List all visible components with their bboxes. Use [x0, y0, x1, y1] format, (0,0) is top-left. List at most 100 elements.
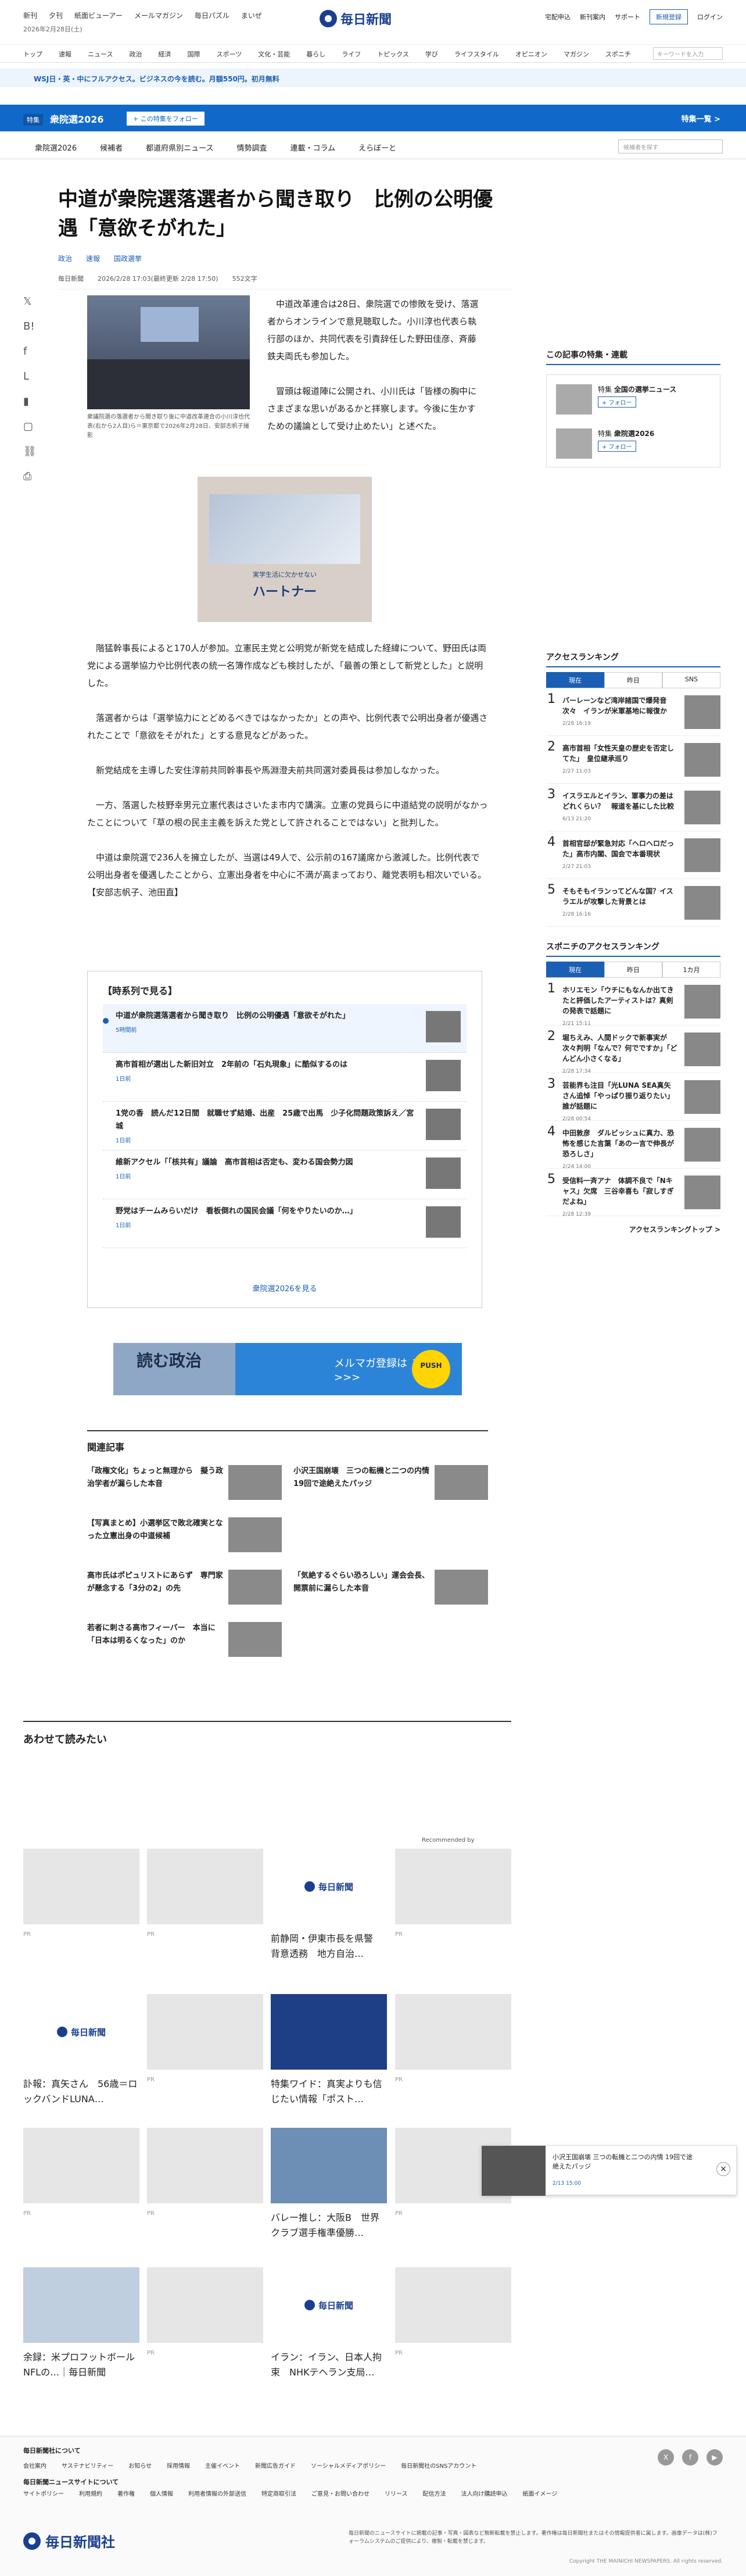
- footer-link[interactable]: 個人情報: [150, 2489, 173, 2498]
- bookmark-icon[interactable]: ▮: [23, 395, 37, 408]
- ranking-tab[interactable]: SNS: [662, 672, 720, 688]
- signup-button[interactable]: 新規登録: [650, 9, 688, 24]
- related-item[interactable]: 【写真まとめ】小選挙区で敗北確実となった立憲出身の中道候補: [87, 1517, 282, 1557]
- ranking-item[interactable]: 1 バーレーンなど湾岸諸国で爆発音次々 イランが米軍基地に報復か 2/28 16:1…: [546, 688, 720, 736]
- footer-link[interactable]: お知らせ: [128, 2461, 152, 2470]
- rec-card[interactable]: PR: [395, 1994, 511, 2083]
- rec-card[interactable]: PR: [147, 1994, 263, 2083]
- timeline-item[interactable]: 中道が衆院選落選者から聞き取り 比例の公明優遇「意欲そがれた」 5時間前: [103, 1004, 467, 1053]
- rec-card[interactable]: PR: [147, 2128, 263, 2217]
- rec-card[interactable]: バレー推し：大阪B 世界クラブ選手権準優勝…: [271, 2128, 387, 2241]
- gnav-item[interactable]: 文化・芸能: [258, 49, 290, 59]
- header-link[interactable]: 宅配申込: [545, 12, 571, 22]
- ranking-tab[interactable]: 昨日: [604, 672, 662, 688]
- comment-icon[interactable]: ▢: [23, 420, 37, 433]
- feature-follow-button[interactable]: + フォロー: [598, 441, 636, 452]
- footer-link[interactable]: サステナビリティー: [62, 2461, 113, 2470]
- subnav-item[interactable]: 衆院選2026: [35, 142, 77, 153]
- ranking-tab[interactable]: 1カ月: [662, 962, 720, 977]
- footer-link[interactable]: 毎日新聞社のSNSアカウント: [401, 2461, 476, 2470]
- gnav-item[interactable]: ニュース: [88, 49, 113, 59]
- top-nav-item[interactable]: 新刊: [23, 10, 37, 20]
- x-share-icon[interactable]: 𝕏: [23, 295, 37, 308]
- related-item[interactable]: 高市氏はポピュリストにあらず 専門家が懸念する「3分の2」の先: [87, 1570, 282, 1609]
- feature-name[interactable]: 衆院選2026: [50, 112, 104, 126]
- feature-list-link[interactable]: 特集一覧 >: [682, 113, 720, 124]
- site-logo[interactable]: 毎日新聞: [320, 8, 392, 29]
- top-nav-item[interactable]: 紙面ビューアー: [74, 10, 123, 20]
- gnav-item[interactable]: ライフスタイル: [454, 49, 499, 59]
- ranking-tab[interactable]: 現在: [546, 672, 604, 688]
- footer-link[interactable]: ご意見・お問い合わせ: [311, 2489, 370, 2498]
- subnav-item[interactable]: 都道府県別ニュース: [146, 142, 213, 153]
- gnav-item[interactable]: スポニチ: [605, 49, 631, 59]
- gnav-item[interactable]: スポーツ: [216, 49, 242, 59]
- gnav-item[interactable]: オピニオン: [515, 49, 547, 59]
- ranking-item[interactable]: 5 受信料一斉アナ 体調不良で「Nキャス」欠席 三谷幸喜も「寂しすぎだよね」 2/2…: [546, 1169, 720, 1217]
- footer-link[interactable]: 会社案内: [23, 2461, 46, 2470]
- gnav-item[interactable]: 国際: [187, 49, 200, 59]
- footer-link[interactable]: リリース: [385, 2489, 408, 2498]
- ranking-item[interactable]: 2 堀ちえみ、人間ドックで新事実が次々判明「なんで？何でですか」「どんどん小さくな…: [546, 1026, 720, 1074]
- rec-card[interactable]: PR: [395, 1849, 511, 1938]
- feature-item[interactable]: 特集 全国の選挙ニュース + フォロー: [556, 384, 711, 419]
- footer-logo[interactable]: 毎日新聞社: [23, 2531, 115, 2551]
- timeline-item[interactable]: 野党はチームみらいだけ 看板倒れの国民会議「何をやりたいのか…」 1日前: [103, 1199, 467, 1248]
- subnav-item[interactable]: 連載・コラム: [290, 142, 335, 153]
- top-nav-item[interactable]: 夕刊: [49, 10, 63, 20]
- header-link[interactable]: サポート: [615, 12, 640, 22]
- subnav-item[interactable]: 情勢調査: [236, 142, 267, 153]
- close-icon[interactable]: ×: [716, 2162, 730, 2176]
- global-search-input[interactable]: キーワードを入力: [653, 47, 723, 60]
- ranking-tab[interactable]: 昨日: [604, 962, 662, 977]
- top-nav-item[interactable]: メールマガジン: [134, 10, 183, 20]
- footer-link[interactable]: ソーシャルメディアポリシー: [311, 2461, 386, 2470]
- footer-link[interactable]: 紙面イメージ: [523, 2489, 558, 2498]
- hatena-share-icon[interactable]: B!: [23, 320, 37, 333]
- footer-link[interactable]: 特定商取引法: [261, 2489, 296, 2498]
- timeline-more-link[interactable]: 衆院選2026を見る: [88, 1282, 482, 1294]
- gnav-item[interactable]: 経済: [158, 49, 171, 59]
- footer-link[interactable]: 法人向け購読申込: [461, 2489, 508, 2498]
- related-item[interactable]: 「政権文化」ちょっと無理から 擬う政治学者が漏らした本音: [87, 1465, 282, 1505]
- ranking-more-link[interactable]: アクセスランキングトップ >: [546, 1224, 720, 1234]
- related-item[interactable]: 「気絶するぐらい恐ろしい」運会会長、開票前に漏らした本音: [293, 1570, 488, 1609]
- facebook-icon[interactable]: f: [682, 2449, 698, 2466]
- footer-link[interactable]: 利用規約: [79, 2489, 102, 2498]
- rec-card[interactable]: 特集ワイド：真実よりも信じたい情報「ポスト…: [271, 1994, 387, 2107]
- youtube-icon[interactable]: ▶: [706, 2449, 723, 2466]
- inline-ad[interactable]: 実学生活に欠かせない ハートナー: [198, 477, 372, 622]
- gnav-item[interactable]: 学び: [425, 49, 438, 59]
- ranking-item[interactable]: 4 首相官邸が緊急対応「ヘロヘロだった」高市内閣、国会で本番現状 2/27 21:0…: [546, 831, 720, 879]
- footer-link[interactable]: 著作権: [117, 2489, 135, 2498]
- promo-banner[interactable]: WSJ日・英・中にフルアクセス。ビジネスの今を読む。月額550円。初月無料: [0, 69, 746, 87]
- ranking-item[interactable]: 5 そもそもイランってどんな国？イスラエルが攻撃した背景とは 2/28 16:16: [546, 879, 720, 927]
- ranking-item[interactable]: 1 ホリエモン「ウチにもなんか出てきたと評価したアーティストは？真剣の発表で話題に…: [546, 978, 720, 1027]
- footer-link[interactable]: 採用情報: [167, 2461, 190, 2470]
- related-item[interactable]: 小沢王国崩壊 三つの転機と二つの内情 19回で途絶えたパッジ: [293, 1465, 488, 1505]
- feature-follow-button[interactable]: + この特集をフォロー: [127, 112, 205, 126]
- timeline-item[interactable]: 維新アクセル「「核共有」議論 高市首相は否定も、変わる国会勢力図 1日前: [103, 1151, 467, 1199]
- newsletter-ad[interactable]: 読む政治 メルマガ登録は こちら >>> PUSH: [113, 1343, 462, 1395]
- footer-link[interactable]: 主催イベント: [205, 2461, 240, 2470]
- gnav-item[interactable]: ライフ: [342, 49, 361, 59]
- floating-article[interactable]: 小沢王国崩壊 三つの転機と二つの内情 19回で途絶えたパッジ 2/13 15:0…: [481, 2145, 737, 2196]
- footer-link[interactable]: 新聞広告ガイド: [255, 2461, 296, 2470]
- candidate-search-input[interactable]: 候補者を探す: [618, 140, 723, 153]
- related-item[interactable]: 若者に刺さる高市フィーバー 本当に「日本は明るくなった」のか: [87, 1622, 282, 1662]
- footer-link[interactable]: 利用者情報の外部送信: [188, 2489, 246, 2498]
- feature-follow-button[interactable]: + フォロー: [598, 396, 636, 408]
- tag-link[interactable]: 速報: [86, 253, 100, 263]
- line-share-icon[interactable]: L: [23, 370, 37, 383]
- header-link[interactable]: 新刊案内: [580, 12, 605, 22]
- timeline-item[interactable]: 1党の香 読んだ12日間 就職せず結婚、出産 25歳で出馬 少子化問題政策訴え／…: [103, 1102, 467, 1151]
- gnav-item[interactable]: トピックス: [377, 49, 409, 59]
- rec-card[interactable]: PR: [23, 1849, 139, 1938]
- print-icon[interactable]: ⎙: [23, 470, 37, 483]
- gnav-item[interactable]: 暮らし: [306, 49, 325, 59]
- top-nav-item[interactable]: まいぜ: [241, 10, 262, 20]
- rec-card[interactable]: PR: [395, 2267, 511, 2356]
- ranking-item[interactable]: 4 中田敦彦 ダルビッシュに真力、恐怖を感じた言葉「あの一言で伸長が恐ろしさ」 2/…: [546, 1121, 720, 1170]
- rec-card[interactable]: 毎日新聞 訃報：真矢さん 56歳＝ロックバンドLUNA…: [23, 1994, 139, 2107]
- tag-link[interactable]: 国政選挙: [114, 253, 142, 263]
